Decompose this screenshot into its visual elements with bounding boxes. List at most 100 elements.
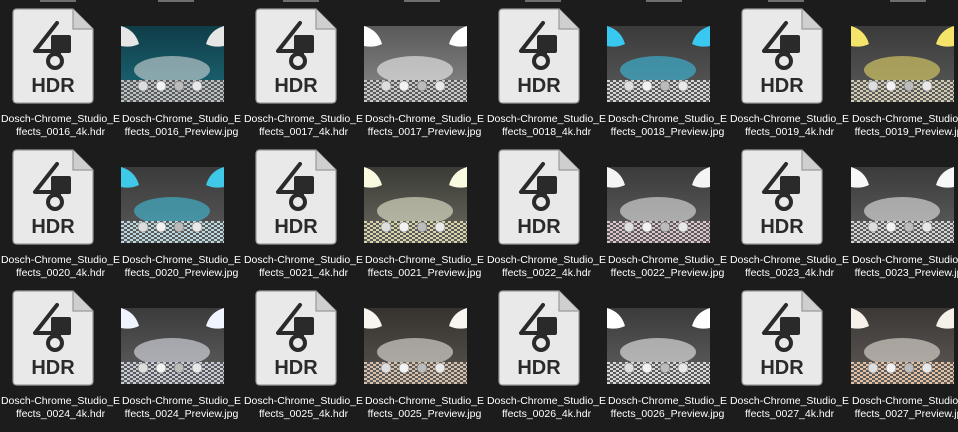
file-name-label: Dosch-Chrome_Studio_E ffects_0026_Preview… [607,395,728,421]
hdr-file-item[interactable]: HDR Dosch-Chrome_Studio_E ffects_0026_4k.h… [486,282,607,422]
jpg-file-item[interactable]: Dosch-Chrome_Studio_E ffects_0026_Preview… [607,282,728,422]
preview-image [607,167,710,243]
file-name-line-1: Dosch-Chrome_Studio_E [121,113,242,125]
file-thumbnail [364,282,485,388]
preview-image [121,308,224,384]
file-thumbnail: HDR [243,0,364,106]
file-name-line-2: ffects_0025_4k.hdr [258,408,349,420]
hdr-file-icon: HDR [497,7,581,105]
file-name-line-2: ffects_0020_Preview.jpg [124,267,239,279]
file-name-line-2: ffects_0023_4k.hdr [744,267,835,279]
file-thumbnail [851,141,958,247]
jpg-file-item[interactable]: Dosch-Chrome_Studio_Effects_0019_Preview… [851,0,958,140]
jpg-file-item[interactable]: Dosch-Chrome_Studio_Effects_0027_Preview… [851,282,958,422]
hdr-icon-text: HDR [760,75,804,97]
hdr-file-item[interactable]: HDR Dosch-Chrome_Studio_E ffects_0022_4k.h… [486,141,607,281]
jpg-file-item[interactable]: Dosch-Chrome_Studio_E ffects_0016_Preview… [121,0,242,140]
file-name-line-2: ffects_0017_4k.hdr [258,126,349,138]
file-name-line-1: Dosch-Chrome_Studio_E [851,254,958,266]
hdr-file-icon: HDR [254,7,338,105]
hdr-file-item[interactable]: HDR Dosch-Chrome_Studio_E ffects_0018_4k.h… [486,0,607,140]
file-name-label: Dosch-Chrome_Studio_E ffects_0023_4k.hdr [729,254,850,280]
file-thumbnail: HDR [729,282,850,388]
file-name-line-2: ffects_0017_Preview.jpg [367,126,482,138]
hdr-file-item[interactable]: HDR Dosch-Chrome_Studio_E ffects_0027_4k.h… [729,282,850,422]
file-name-line-2: ffects_0016_Preview.jpg [124,126,239,138]
hdr-file-item[interactable]: HDR Dosch-Chrome_Studio_E ffects_0020_4k.h… [0,141,121,281]
file-name-line-1: Dosch-Chrome_Studio_E [486,254,607,266]
file-thumbnail: HDR [486,282,607,388]
jpg-file-item[interactable]: Dosch-Chrome_Studio_E ffects_0024_Preview… [121,282,242,422]
file-name-line-2: ffects_0018_4k.hdr [501,126,592,138]
hdr-icon-text: HDR [517,216,561,238]
file-name-line-1: Dosch-Chrome_Studio_E [607,254,728,266]
file-thumbnail: HDR [486,141,607,247]
file-thumbnail [364,141,485,247]
file-name-label: Dosch-Chrome_Studio_E ffects_0016_4k.hdr [0,113,121,139]
hdr-file-icon: HDR [497,148,581,246]
file-name-line-1: Dosch-Chrome_Studio_E [0,254,121,266]
preview-image [851,26,954,102]
file-name-line-1: Dosch-Chrome_Studio_E [0,113,121,125]
hdr-file-icon: HDR [740,7,824,105]
file-name-line-1: Dosch-Chrome_Studio_E [364,395,485,407]
file-name-label: Dosch-Chrome_Studio_E ffects_0021_Preview… [364,254,485,280]
file-name-label: Dosch-Chrome_Studio_E ffects_0020_4k.hdr [0,254,121,280]
file-name-line-2: ffects_0018_Preview.jpg [610,126,725,138]
hdr-icon-text: HDR [31,357,75,379]
hdr-file-item[interactable]: HDR Dosch-Chrome_Studio_E ffects_0017_4k.h… [243,0,364,140]
jpg-file-item[interactable]: Dosch-Chrome_Studio_E ffects_0021_Preview… [364,141,485,281]
hdr-file-item[interactable]: HDR Dosch-Chrome_Studio_E ffects_0024_4k.h… [0,282,121,422]
hdr-file-icon: HDR [497,289,581,387]
file-name-label: Dosch-Chrome_Studio_Effects_0027_Preview… [851,395,958,421]
preview-image [364,26,467,102]
hdr-file-icon: HDR [11,289,95,387]
jpg-file-item[interactable]: Dosch-Chrome_Studio_E ffects_0020_Preview… [121,141,242,281]
file-name-line-2: ffects_0022_4k.hdr [501,267,592,279]
file-name-line-1: Dosch-Chrome_Studio_E [243,254,364,266]
hdr-icon-text: HDR [31,216,75,238]
hdr-file-item[interactable]: HDR Dosch-Chrome_Studio_E ffects_0023_4k.h… [729,141,850,281]
file-name-label: Dosch-Chrome_Studio_Effects_0023_Preview… [851,254,958,280]
file-name-line-2: ffects_0025_Preview.jpg [367,408,482,420]
file-name-label: Dosch-Chrome_Studio_E ffects_0027_4k.hdr [729,395,850,421]
file-name-line-1: Dosch-Chrome_Studio_E [729,254,850,266]
file-thumbnail: HDR [0,282,121,388]
file-thumbnail [851,0,958,106]
hdr-file-item[interactable]: HDR Dosch-Chrome_Studio_E ffects_0025_4k.h… [243,282,364,422]
file-name-line-1: Dosch-Chrome_Studio_E [486,395,607,407]
file-name-label: Dosch-Chrome_Studio_E ffects_0025_4k.hdr [243,395,364,421]
file-name-line-1: Dosch-Chrome_Studio_E [243,395,364,407]
file-name-line-1: Dosch-Chrome_Studio_E [486,113,607,125]
file-name-line-2: ffects_0019_Preview.jpg [854,126,958,138]
file-name-line-1: Dosch-Chrome_Studio_E [851,395,958,407]
jpg-file-item[interactable]: Dosch-Chrome_Studio_E ffects_0025_Preview… [364,282,485,422]
file-name-line-2: ffects_0027_4k.hdr [744,408,835,420]
file-name-label: Dosch-Chrome_Studio_E ffects_0020_Preview… [121,254,242,280]
file-name-line-2: ffects_0026_4k.hdr [501,408,592,420]
jpg-file-item[interactable]: Dosch-Chrome_Studio_E ffects_0018_Preview… [607,0,728,140]
file-name-line-2: ffects_0019_4k.hdr [744,126,835,138]
preview-image [607,26,710,102]
hdr-icon-text: HDR [274,216,318,238]
hdr-icon-text: HDR [517,75,561,97]
hdr-file-item[interactable]: HDR Dosch-Chrome_Studio_E ffects_0021_4k.h… [243,141,364,281]
file-name-label: Dosch-Chrome_Studio_E ffects_0018_Preview… [607,113,728,139]
hdr-file-icon: HDR [254,289,338,387]
jpg-file-item[interactable]: Dosch-Chrome_Studio_E ffects_0022_Preview… [607,141,728,281]
file-name-label: Dosch-Chrome_Studio_E ffects_0022_Preview… [607,254,728,280]
hdr-icon-text: HDR [274,75,318,97]
file-name-label: Dosch-Chrome_Studio_E ffects_0021_4k.hdr [243,254,364,280]
file-name-line-1: Dosch-Chrome_Studio_E [121,395,242,407]
file-thumbnail: HDR [243,282,364,388]
hdr-file-item[interactable]: HDR Dosch-Chrome_Studio_E ffects_0019_4k.h… [729,0,850,140]
file-name-line-2: ffects_0026_Preview.jpg [610,408,725,420]
jpg-file-item[interactable]: Dosch-Chrome_Studio_E ffects_0017_Preview… [364,0,485,140]
file-name-label: Dosch-Chrome_Studio_E ffects_0017_4k.hdr [243,113,364,139]
jpg-file-item[interactable]: Dosch-Chrome_Studio_Effects_0023_Preview… [851,141,958,281]
preview-image [121,26,224,102]
file-name-line-2: ffects_0021_Preview.jpg [367,267,482,279]
hdr-file-item[interactable]: HDR Dosch-Chrome_Studio_E ffects_0016_4k.h… [0,0,121,140]
hdr-icon-text: HDR [760,357,804,379]
file-name-line-1: Dosch-Chrome_Studio_E [121,254,242,266]
